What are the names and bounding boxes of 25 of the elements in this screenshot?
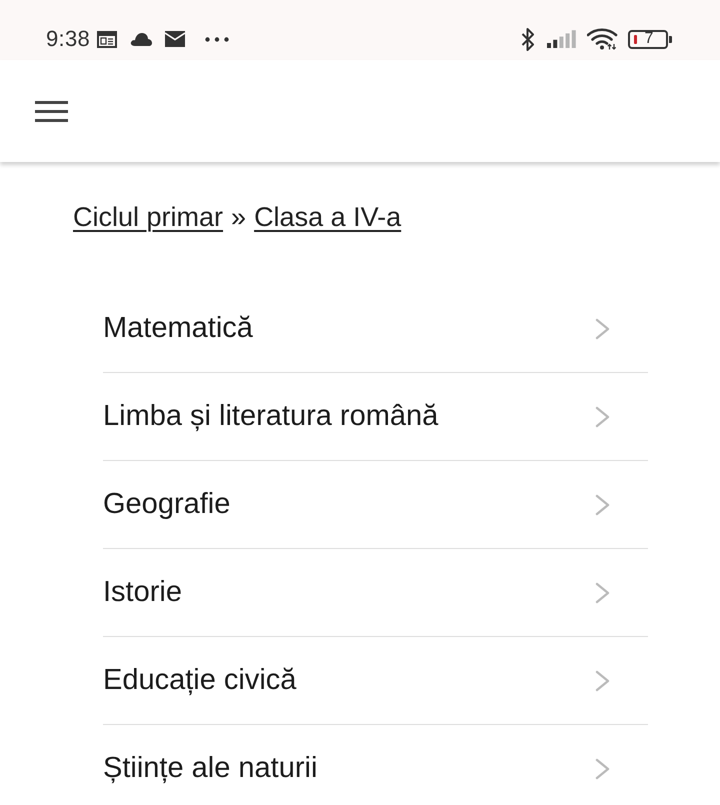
menu-icon <box>35 100 68 122</box>
subject-link[interactable]: Geografie <box>103 461 648 548</box>
chevron-right-icon <box>595 582 610 604</box>
subject-link[interactable]: Matematică <box>103 285 648 372</box>
chevron-right-icon <box>595 494 610 516</box>
chevron-right-icon <box>595 758 610 780</box>
more-icon <box>205 36 230 42</box>
breadcrumb-link[interactable]: Ciclul primar <box>73 201 224 233</box>
signal-icon <box>547 30 577 48</box>
menu-button[interactable] <box>35 100 68 122</box>
breadcrumb-separator: » <box>231 201 246 233</box>
subject-link[interactable]: Istorie <box>103 549 648 636</box>
bluetooth-icon <box>521 28 535 50</box>
chevron-right-icon <box>595 670 610 692</box>
breadcrumb-link[interactable]: Clasa a IV-a <box>254 201 402 233</box>
calendar-icon <box>97 30 118 48</box>
wifi-icon <box>587 28 618 50</box>
cloud-icon <box>130 32 152 46</box>
status-time: 9:38 <box>46 26 90 52</box>
subject-link[interactable]: Științe ale naturii <box>103 725 648 805</box>
chevron-right-icon <box>595 406 610 428</box>
chevron-right-icon <box>595 318 610 340</box>
mail-icon <box>165 31 186 47</box>
subject-link[interactable]: Limba și literatura română <box>103 373 648 460</box>
subject-link[interactable]: Educație civică <box>103 637 648 724</box>
